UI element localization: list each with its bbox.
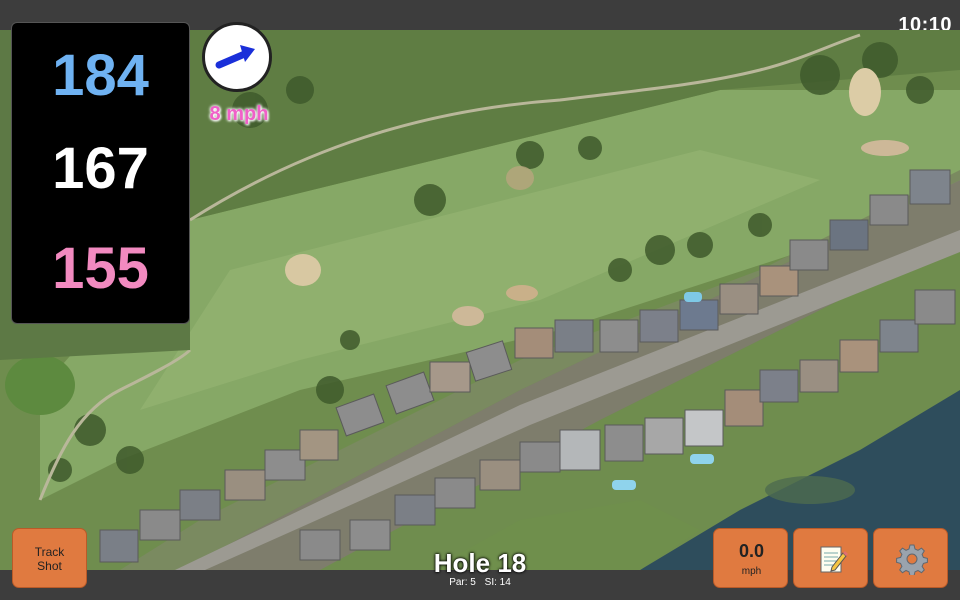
wind-indicator[interactable] — [202, 22, 272, 92]
hole-stroke-index: SI: 14 — [484, 577, 511, 588]
shot-speed-unit: mph — [741, 566, 762, 577]
wind-direction-arrow-icon — [215, 45, 255, 69]
track-shot-label-line2: Shot — [37, 559, 62, 573]
settings-button[interactable] — [873, 528, 948, 588]
hole-par: Par: 5 — [449, 577, 476, 588]
hole-info: Par: 5 SI: 14 — [380, 577, 580, 588]
distance-panel: 184 167 155 — [11, 22, 190, 324]
wind-speed: 8 mph — [209, 103, 269, 125]
gear-icon — [896, 544, 928, 575]
hole-title: Hole 18 — [433, 548, 527, 578]
shot-speed-button[interactable]: 0.0 mph — [713, 528, 788, 588]
back-distance: 184 — [52, 43, 149, 108]
track-shot-button[interactable]: Track Shot — [12, 528, 87, 588]
notepad-icon — [820, 546, 848, 573]
middle-distance: 167 — [52, 136, 149, 201]
shot-speed-value: 0.0 — [738, 541, 765, 561]
notes-button[interactable] — [793, 528, 868, 588]
track-shot-label-line1: Track — [34, 545, 65, 559]
front-distance: 155 — [52, 236, 149, 301]
